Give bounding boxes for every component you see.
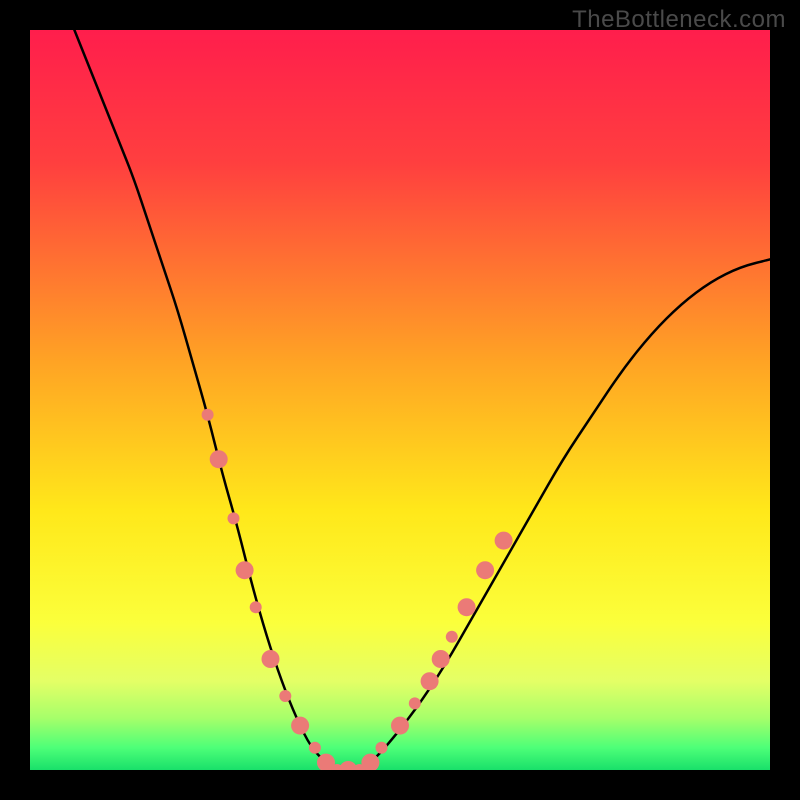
data-marker xyxy=(262,650,280,668)
data-marker xyxy=(202,409,214,421)
data-marker xyxy=(495,532,513,550)
data-marker xyxy=(228,512,240,524)
data-marker xyxy=(376,742,388,754)
bottleneck-chart xyxy=(30,30,770,770)
data-marker xyxy=(250,601,262,613)
data-marker xyxy=(421,672,439,690)
plot-area xyxy=(30,30,770,770)
watermark-label: TheBottleneck.com xyxy=(572,6,786,34)
data-marker xyxy=(236,561,254,579)
data-marker xyxy=(476,561,494,579)
data-marker xyxy=(309,742,321,754)
data-marker xyxy=(279,690,291,702)
data-marker xyxy=(458,598,476,616)
data-marker xyxy=(409,697,421,709)
data-marker xyxy=(446,631,458,643)
chart-frame: TheBottleneck.com xyxy=(0,0,800,800)
data-marker xyxy=(291,717,309,735)
data-marker xyxy=(210,450,228,468)
data-marker xyxy=(391,717,409,735)
data-marker xyxy=(432,650,450,668)
gradient-background xyxy=(30,30,770,770)
